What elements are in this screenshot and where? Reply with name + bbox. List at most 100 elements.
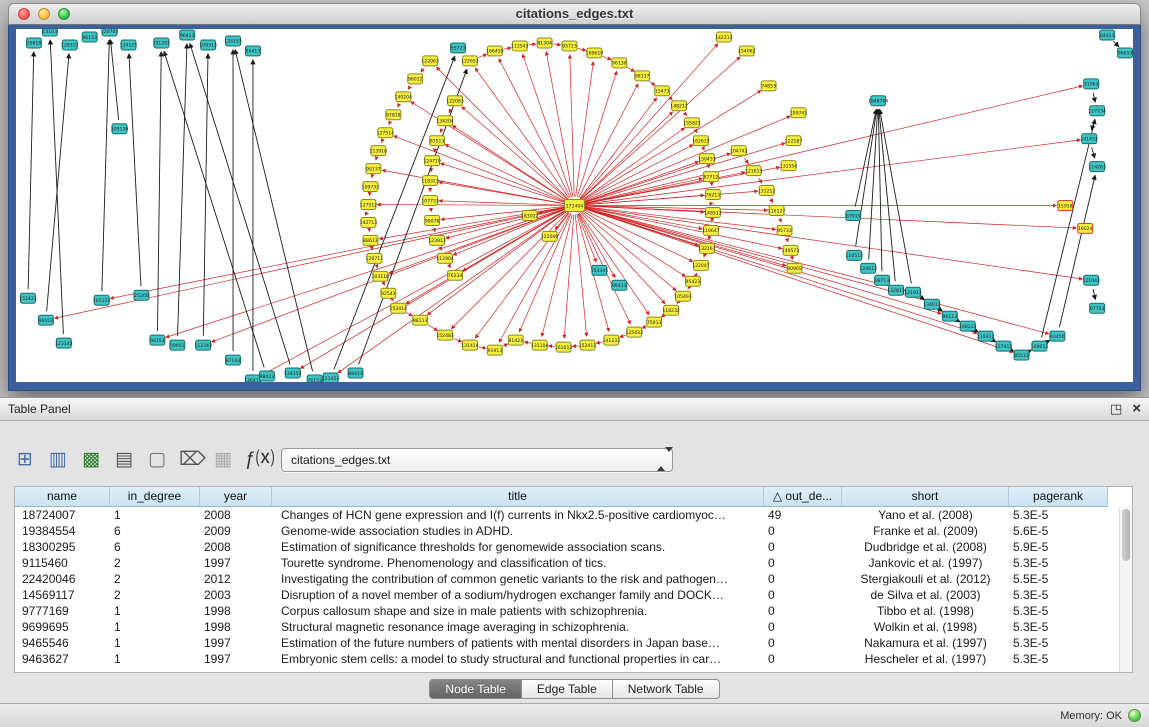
graph-edge[interactable] <box>564 214 574 338</box>
graph-node[interactable]: 142213 <box>715 32 733 42</box>
graph-node[interactable]: 107733 <box>421 196 439 206</box>
graph-node[interactable]: 76153 <box>307 375 322 382</box>
graph-edge[interactable] <box>28 52 34 289</box>
graph-edge[interactable] <box>759 178 762 183</box>
graph-node[interactable]: 122653 <box>461 56 479 66</box>
graph-node[interactable]: 31063 <box>1084 79 1099 89</box>
graph-node[interactable]: 15473 <box>655 86 670 96</box>
graph-node[interactable]: 155823 <box>683 118 701 128</box>
graph-node[interactable]: 121613 <box>745 166 763 176</box>
graph-edge[interactable] <box>993 340 995 341</box>
graph-node[interactable]: 96130 <box>612 58 627 68</box>
graph-edge[interactable] <box>581 112 673 199</box>
network-canvas[interactable]: 1724041220639601214020497818127514113918… <box>16 29 1133 382</box>
graph-node[interactable]: 122083 <box>446 96 464 106</box>
graph-edge[interactable] <box>382 170 565 204</box>
graph-node[interactable]: 96113 <box>942 311 957 321</box>
graph-node[interactable]: 205130 <box>111 124 129 134</box>
graph-node[interactable]: 172404 <box>565 200 585 212</box>
graph-edge[interactable] <box>583 206 1076 228</box>
graph-node[interactable]: 149573 <box>782 245 800 255</box>
graph-edge[interactable] <box>603 56 611 59</box>
graph-node[interactable]: 16024 <box>1078 223 1093 233</box>
window-titlebar[interactable]: citations_edges.txt <box>8 3 1141 25</box>
column-header-pagerank[interactable]: pagerank <box>1009 487 1108 507</box>
graph-edge[interactable] <box>478 54 486 57</box>
graph-edge[interactable] <box>744 158 748 164</box>
graph-node[interactable]: 87103 <box>226 355 241 365</box>
graph-node[interactable]: 96653 <box>1118 48 1133 58</box>
table-vertical-scrollbar[interactable] <box>1119 507 1132 672</box>
graph-edge[interactable] <box>129 54 141 286</box>
graph-edge[interactable] <box>649 81 655 85</box>
column-header-year[interactable]: year <box>200 487 272 507</box>
graph-node[interactable]: 127734 <box>1088 106 1106 116</box>
new-column-icon[interactable]: ▢ <box>146 448 168 472</box>
graph-edge[interactable] <box>499 59 570 198</box>
table-row[interactable]: 977716911998Corpus callosum shape and si… <box>15 603 1119 619</box>
graph-node[interactable]: 96103 <box>38 315 53 325</box>
graph-node[interactable]: 99413 <box>612 280 627 290</box>
graph-node[interactable]: 96413 <box>180 30 195 40</box>
graph-node[interactable]: 122187 <box>785 136 803 146</box>
graph-node[interactable]: 112343 <box>194 340 212 350</box>
graph-node[interactable]: 92450 <box>1050 331 1065 341</box>
graph-node[interactable]: 95423 <box>686 276 701 286</box>
graph-node[interactable]: 88613 <box>363 235 378 245</box>
column-visibility-icon[interactable]: ▥ <box>47 448 69 472</box>
graph-node[interactable]: 121043 <box>1082 275 1100 285</box>
graph-edge[interactable] <box>157 52 161 331</box>
graph-node[interactable]: 96012 <box>408 74 423 84</box>
graph-node[interactable]: 150433 <box>698 154 716 164</box>
graph-node[interactable]: 121913 <box>904 287 922 297</box>
graph-node[interactable]: 75913 <box>647 317 662 327</box>
graph-edge[interactable] <box>525 342 531 343</box>
graph-node[interactable]: 127413 <box>995 341 1013 351</box>
graph-node[interactable]: 92543 <box>381 288 396 298</box>
graph-node[interactable]: 109313 <box>199 40 217 50</box>
graph-node[interactable]: 15103 <box>42 29 57 36</box>
graph-edge[interactable] <box>684 113 686 116</box>
graph-edge[interactable] <box>958 321 960 322</box>
graph-edge[interactable] <box>1030 350 1032 351</box>
graph-node[interactable]: 108213 <box>959 321 977 331</box>
graph-edge[interactable] <box>880 110 912 284</box>
graph-node[interactable]: 99137 <box>366 164 381 174</box>
graph-node[interactable]: 122040 <box>541 231 559 241</box>
graph-node[interactable]: 95733 <box>777 225 792 235</box>
graph-node[interactable]: 20618 <box>26 38 41 48</box>
graph-edge[interactable] <box>110 40 118 120</box>
graph-edge[interactable] <box>504 48 511 49</box>
graph-edge[interactable] <box>1092 147 1095 158</box>
graph-edge[interactable] <box>499 213 570 342</box>
graph-edge[interactable] <box>203 54 208 336</box>
graph-edge[interactable] <box>1093 289 1095 299</box>
graph-edge[interactable] <box>583 86 1082 204</box>
graph-node[interactable]: 123143 <box>55 338 73 348</box>
graph-node[interactable]: 132161 <box>698 243 716 253</box>
column-header-short[interactable]: short <box>842 487 1009 507</box>
graph-node[interactable]: 123813 <box>428 235 446 245</box>
graph-node[interactable]: 110647 <box>702 225 720 235</box>
graph-node[interactable]: 110513 <box>846 250 864 260</box>
column-header-name[interactable]: name <box>15 487 110 507</box>
graph-edge[interactable] <box>389 123 390 125</box>
graph-node[interactable]: 127512 <box>360 200 378 210</box>
float-panel-icon[interactable]: ◳ <box>1110 398 1122 420</box>
graph-edge[interactable] <box>408 86 410 89</box>
graph-node[interactable]: 166459 <box>486 46 504 56</box>
close-window-icon[interactable] <box>18 8 30 20</box>
graph-edge[interactable] <box>661 315 663 317</box>
table-disabled-icon[interactable]: ▦ <box>212 448 234 472</box>
graph-node[interactable]: 183022 <box>521 210 539 220</box>
graph-edge[interactable] <box>190 44 290 365</box>
table-row[interactable]: 1456911722003Disruption of a novel membe… <box>15 587 1119 603</box>
graph-node[interactable]: 105123 <box>93 295 111 305</box>
graph-node[interactable]: 87712 <box>703 172 718 182</box>
graph-node[interactable]: 87919 <box>846 210 861 220</box>
graph-edge[interactable] <box>428 325 438 331</box>
table-row[interactable]: 946362711997Embryonic stem cells: a mode… <box>15 651 1119 667</box>
graph-node[interactable]: 151423 <box>19 293 37 303</box>
graph-node[interactable]: 124613 <box>859 263 877 273</box>
graph-edge[interactable] <box>178 44 187 336</box>
